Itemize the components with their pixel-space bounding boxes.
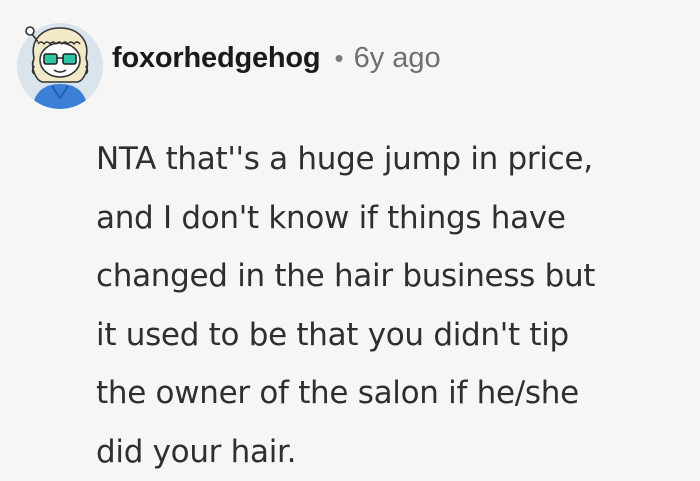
user-avatar[interactable] [12, 14, 108, 110]
username-link[interactable]: foxorhedgehog [112, 42, 320, 75]
comment: foxorhedgehog • 6y ago NTA that''s a hug… [0, 0, 700, 468]
comment-body-line: and I don't know if things have [96, 189, 696, 248]
comment-body-line: the owner of the salon if he/she [96, 364, 696, 423]
comment-body-line: changed in the hair business but [96, 247, 696, 306]
comment-body-line: did your hair. [96, 423, 696, 481]
comment-body: NTA that''s a huge jump in price, and I … [96, 130, 696, 481]
snoo-avatar-icon [12, 14, 108, 110]
comment-header: foxorhedgehog • 6y ago [112, 36, 441, 80]
comment-body-line: NTA that''s a huge jump in price, [96, 130, 696, 189]
comment-body-line: it used to be that you didn't tip [96, 306, 696, 365]
meta-separator: • [334, 43, 343, 74]
comment-timestamp[interactable]: 6y ago [354, 42, 441, 75]
